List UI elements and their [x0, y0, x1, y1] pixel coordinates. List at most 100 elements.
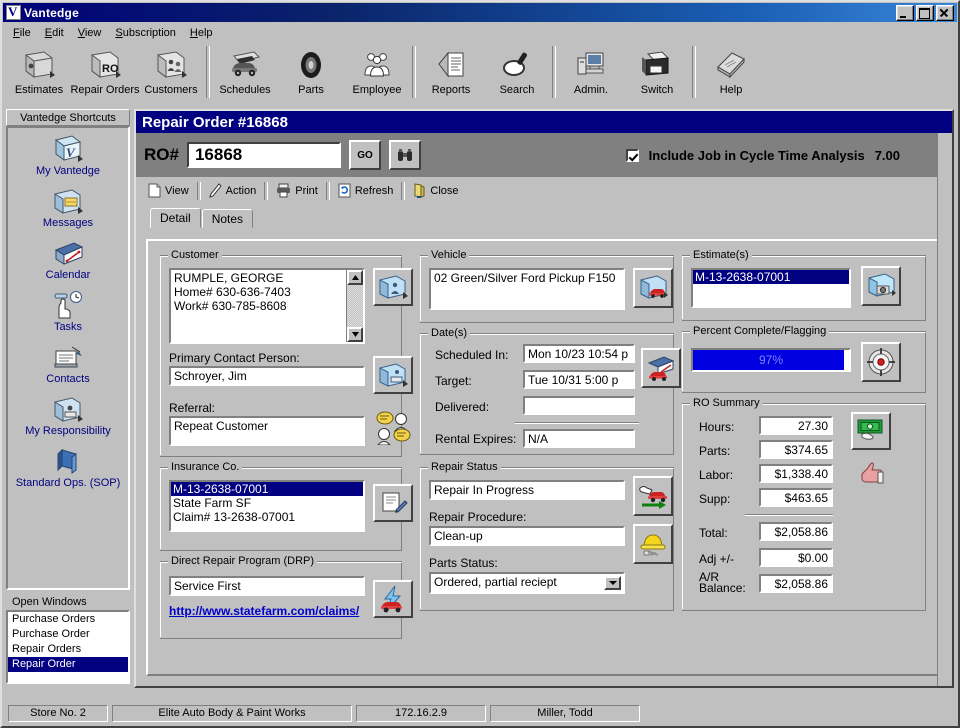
- sidebar-item-label: My Responsibility: [25, 426, 111, 437]
- parts-status-combo[interactable]: Ordered, partial reciept: [429, 572, 625, 594]
- primary-contact-button[interactable]: [373, 356, 413, 394]
- scroll-down-arrow-icon[interactable]: [347, 327, 363, 342]
- scroll-up-arrow-icon[interactable]: [347, 270, 363, 285]
- estimates-listbox[interactable]: M-13-2638-07001: [691, 268, 851, 308]
- close-record-button[interactable]: Close: [407, 181, 464, 200]
- delivered-input[interactable]: [523, 396, 635, 415]
- list-item[interactable]: Purchase Order: [8, 627, 128, 642]
- command-separator: [401, 182, 405, 200]
- dates-schedule-button[interactable]: [641, 348, 681, 388]
- sidebar-item-tasks[interactable]: Tasks: [8, 284, 128, 336]
- toolbar-button-customers[interactable]: Customers: [138, 44, 204, 104]
- tabstrip: Detail Notes: [150, 210, 952, 228]
- toolbar-button-reports[interactable]: Reports: [418, 44, 484, 104]
- estimate-selected-line[interactable]: M-13-2638-07001: [693, 270, 849, 284]
- customer-textbox[interactable]: RUMPLE, GEORGE Home# 630-636-7403 Work# …: [169, 268, 365, 344]
- minimize-button[interactable]: [896, 5, 914, 21]
- hours-value[interactable]: 27.30: [759, 416, 833, 435]
- close-button[interactable]: [936, 5, 954, 21]
- refresh-icon: [338, 183, 351, 198]
- drp-button[interactable]: [373, 580, 413, 618]
- toolbar-button-schedules[interactable]: Schedules: [212, 44, 278, 104]
- chevron-down-icon[interactable]: [604, 576, 621, 590]
- mdi-vertical-scrollbar[interactable]: [937, 133, 952, 686]
- scheduled-in-input[interactable]: Mon 10/23 10:54 p: [523, 344, 635, 363]
- customer-folder-icon: [378, 274, 408, 300]
- go-button[interactable]: GO: [349, 140, 381, 170]
- print-button[interactable]: Print: [270, 181, 324, 200]
- tab-notes[interactable]: Notes: [202, 209, 253, 228]
- reports-document-icon: [434, 48, 468, 82]
- sidebar-item-messages[interactable]: Messages: [8, 180, 128, 232]
- target-input[interactable]: Tue 10/31 5:00 p: [523, 370, 635, 389]
- sidebar-item-my-vantedge[interactable]: V My Vantedge: [8, 128, 128, 180]
- referral-input[interactable]: Repeat Customer: [169, 416, 365, 446]
- menu-view[interactable]: View: [71, 25, 109, 41]
- parts-value[interactable]: $374.65: [759, 440, 833, 459]
- menu-help[interactable]: Help: [183, 25, 220, 41]
- menu-subscription[interactable]: Subscription: [108, 25, 183, 41]
- toolbar-button-search[interactable]: Search: [484, 44, 550, 104]
- customer-detail-button[interactable]: [373, 268, 413, 306]
- toolbar-button-help[interactable]: Help: [698, 44, 764, 104]
- primary-contact-input[interactable]: Schroyer, Jim: [169, 366, 365, 386]
- drp-input[interactable]: Service First: [169, 576, 365, 596]
- rental-expires-input[interactable]: N/A: [523, 429, 635, 448]
- supp-value[interactable]: $463.65: [759, 488, 833, 507]
- ro-number-input[interactable]: 16868: [187, 142, 341, 168]
- main-toolbar: Estimates RO Repair Orders: [2, 42, 958, 108]
- insurance-detail-button[interactable]: [373, 484, 413, 522]
- toolbar-button-switch[interactable]: Switch: [624, 44, 690, 104]
- menu-edit[interactable]: Edit: [38, 25, 71, 41]
- referral-button[interactable]: [373, 408, 413, 446]
- group-caption: Estimate(s): [690, 249, 752, 261]
- adjustment-value[interactable]: $0.00: [759, 548, 833, 567]
- repair-procedure-button[interactable]: [633, 524, 673, 564]
- repair-status-button[interactable]: [633, 476, 673, 516]
- total-value[interactable]: $2,058.86: [759, 522, 833, 541]
- vehicle-detail-button[interactable]: [633, 268, 673, 308]
- tab-detail[interactable]: Detail: [150, 208, 201, 228]
- window-title: Vantedge: [24, 6, 896, 20]
- sidebar-item-standard-ops[interactable]: Standard Ops. (SOP): [8, 440, 128, 492]
- money-hand-icon: [856, 418, 886, 444]
- toolbar-separator: [206, 46, 210, 98]
- ar-balance-label: A/RBalance:: [699, 572, 755, 594]
- refresh-button[interactable]: Refresh: [332, 181, 400, 200]
- maximize-button[interactable]: [916, 5, 934, 21]
- labor-value[interactable]: $1,338.40: [759, 464, 833, 483]
- rental-expires-label: Rental Expires:: [435, 432, 516, 446]
- vehicle-input[interactable]: 02 Green/Silver Ford Pickup F150: [429, 268, 625, 310]
- sidebar-item-label: Messages: [43, 218, 93, 229]
- find-button[interactable]: [389, 140, 421, 170]
- toolbar-button-employee[interactable]: Employee: [344, 44, 410, 104]
- list-item[interactable]: Purchase Orders: [8, 612, 128, 627]
- flagging-target-button[interactable]: [861, 342, 901, 382]
- menu-file[interactable]: File: [6, 25, 38, 41]
- drp-url-link[interactable]: http://www.statefarm.com/claims/: [169, 604, 365, 618]
- open-windows-list[interactable]: Purchase Orders Purchase Order Repair Or…: [6, 610, 130, 684]
- insurance-selected-line[interactable]: M-13-2638-07001: [171, 482, 363, 496]
- sidebar-item-calendar[interactable]: Calendar: [8, 232, 128, 284]
- scrollbar-track[interactable]: [347, 285, 363, 327]
- action-button[interactable]: Action: [203, 181, 263, 200]
- repair-procedure-input[interactable]: Clean-up: [429, 526, 625, 546]
- list-item[interactable]: Repair Order: [8, 657, 128, 672]
- view-button[interactable]: View: [142, 181, 195, 200]
- vertical-scrollbar[interactable]: [346, 270, 363, 342]
- list-item[interactable]: Repair Orders: [8, 642, 128, 657]
- include-cycle-time-checkbox[interactable]: [626, 149, 639, 162]
- money-button[interactable]: [851, 412, 891, 450]
- pen-icon: [209, 183, 222, 198]
- insurance-listbox[interactable]: M-13-2638-07001 State Farm SF Claim# 13-…: [169, 480, 365, 532]
- ar-balance-value[interactable]: $2,058.86: [759, 574, 833, 593]
- repair-status-input[interactable]: Repair In Progress: [429, 480, 625, 500]
- target-label: Target:: [435, 374, 472, 388]
- sidebar-item-my-responsibility[interactable]: My Responsibility: [8, 388, 128, 440]
- estimates-detail-button[interactable]: [861, 266, 901, 306]
- sidebar-item-contacts[interactable]: Contacts: [8, 336, 128, 388]
- toolbar-button-parts[interactable]: Parts: [278, 44, 344, 104]
- toolbar-button-admin[interactable]: Admin.: [558, 44, 624, 104]
- toolbar-button-repair-orders[interactable]: RO Repair Orders: [72, 44, 138, 104]
- toolbar-button-estimates[interactable]: Estimates: [6, 44, 72, 104]
